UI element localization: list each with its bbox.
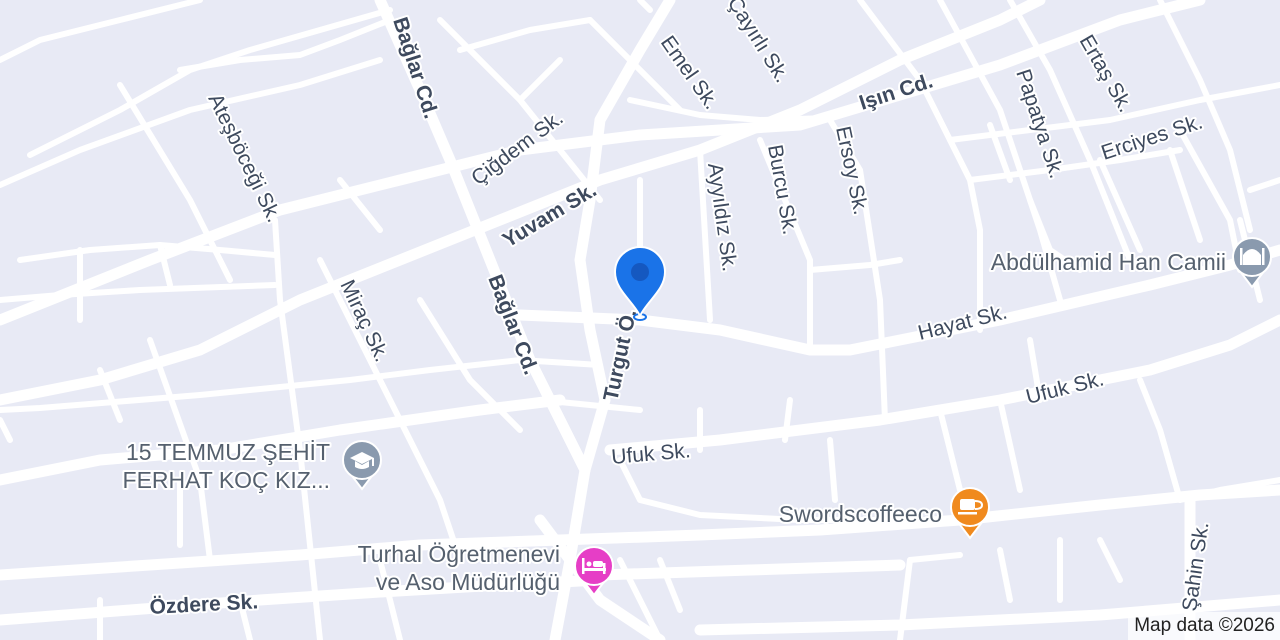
poi-label-line2: ve Aso Müdürlüğü — [376, 569, 560, 595]
map-canvas[interactable]: Bağlar Cd. Bağlar Cd. Ateşböceği Sk. Çiğ… — [0, 0, 1280, 640]
poi-label: Swordscoffeeco — [779, 501, 942, 527]
map-attribution[interactable]: Map data ©2026 — [1128, 612, 1280, 640]
map-view[interactable]: Bağlar Cd. Bağlar Cd. Ateşböceği Sk. Çiğ… — [0, 0, 1280, 640]
poi-label-line1: Turhal Öğretmenevi — [358, 541, 560, 567]
poi-label-line2: FERHAT KOÇ KIZ... — [123, 467, 330, 493]
poi-label: Abdülhamid Han Camii — [991, 249, 1226, 275]
poi-label-line1: 15 TEMMUZ ŞEHİT — [126, 439, 330, 465]
